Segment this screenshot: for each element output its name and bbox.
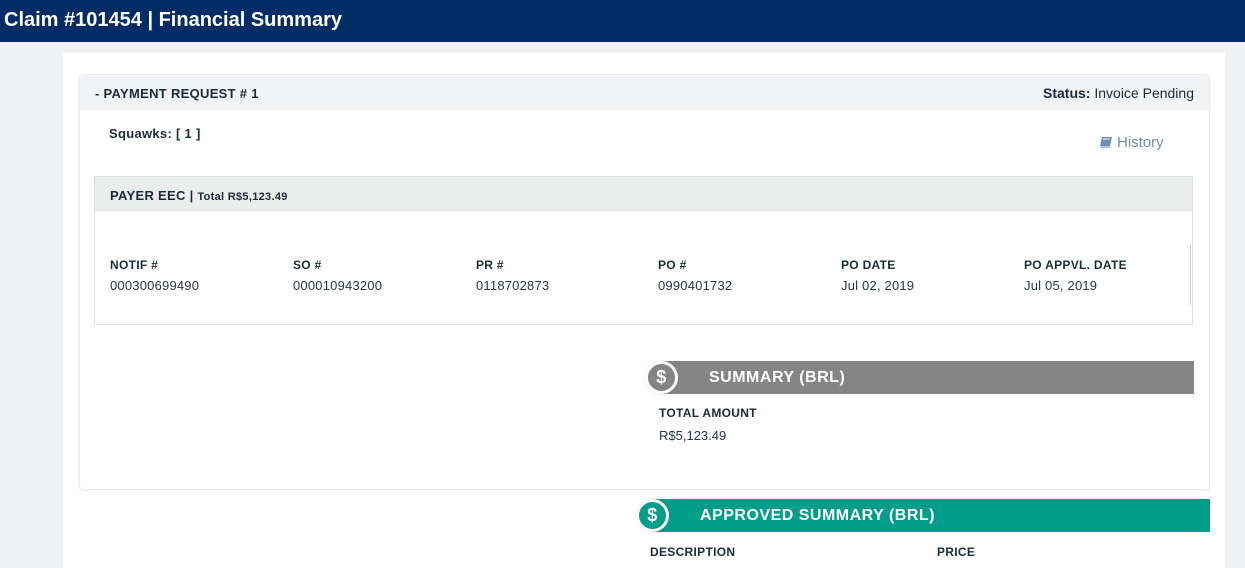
price-column-header: PRICE bbox=[937, 545, 976, 559]
column-value: 000010943200 bbox=[293, 278, 383, 293]
payment-request-header[interactable]: - PAYMENT REQUEST # 1 Status: Invoice Pe… bbox=[80, 75, 1209, 110]
summary-title: SUMMARY (BRL) bbox=[709, 369, 846, 386]
history-label[interactable]: History bbox=[1117, 134, 1164, 151]
po-column: PO # 0990401732 bbox=[658, 258, 732, 293]
payer-total: Total R$5,123.49 bbox=[197, 191, 288, 203]
payer-card: PAYER EEC | Total R$5,123.49 bbox=[94, 176, 1193, 325]
total-amount-label: TOTAL AMOUNT bbox=[659, 406, 757, 420]
notif-column: NOTIF # 000300699490 bbox=[110, 258, 199, 293]
column-value: 0118702873 bbox=[476, 278, 550, 293]
column-value: Jul 05, 2019 bbox=[1024, 278, 1098, 293]
status-badge: Status: Invoice Pending bbox=[1043, 85, 1194, 101]
scrollbar[interactable] bbox=[1190, 245, 1191, 305]
approved-summary-title: APPROVED SUMMARY (BRL) bbox=[700, 507, 936, 524]
status-value: Invoice Pending bbox=[1094, 85, 1194, 101]
book-icon bbox=[1100, 135, 1113, 152]
approved-summary-header: $ APPROVED SUMMARY (BRL) bbox=[636, 499, 1210, 532]
payer-title: PAYER EEC | Total R$5,123.49 bbox=[110, 188, 288, 203]
window-title: Claim #101454 | Financial Summary bbox=[0, 0, 1245, 42]
so-column: SO # 000010943200 bbox=[293, 258, 382, 293]
column-value: Jul 02, 2019 bbox=[841, 278, 915, 293]
column-header: PR # bbox=[476, 258, 504, 272]
summary-header: $ SUMMARY (BRL) bbox=[645, 361, 1194, 394]
total-amount-value: R$5,123.49 bbox=[659, 428, 727, 443]
column-header: NOTIF # bbox=[110, 258, 159, 272]
column-value: 0990401732 bbox=[658, 278, 733, 293]
po-date-column: PO DATE Jul 02, 2019 bbox=[841, 258, 914, 293]
column-value: 000300699490 bbox=[110, 278, 200, 293]
payer-name: PAYER EEC | bbox=[110, 188, 194, 203]
status-label: Status: bbox=[1043, 85, 1091, 101]
po-approval-date-column: PO APPVL. DATE Jul 05, 2019 bbox=[1024, 258, 1127, 293]
payer-header: PAYER EEC | Total R$5,123.49 bbox=[95, 177, 1192, 211]
column-header: PO DATE bbox=[841, 258, 896, 272]
column-header: PO APPVL. DATE bbox=[1024, 258, 1127, 272]
squawks-count: Squawks: [ 1 ] bbox=[109, 126, 201, 141]
dollar-icon: $ bbox=[645, 361, 678, 394]
description-column-header: DESCRIPTION bbox=[650, 545, 736, 559]
column-header: PO # bbox=[658, 258, 687, 272]
column-header: SO # bbox=[293, 258, 322, 272]
payment-request-title[interactable]: - PAYMENT REQUEST # 1 bbox=[95, 86, 259, 101]
dollar-icon: $ bbox=[636, 499, 669, 532]
pr-column: PR # 0118702873 bbox=[476, 258, 549, 293]
history-link[interactable]: History bbox=[1100, 134, 1164, 152]
